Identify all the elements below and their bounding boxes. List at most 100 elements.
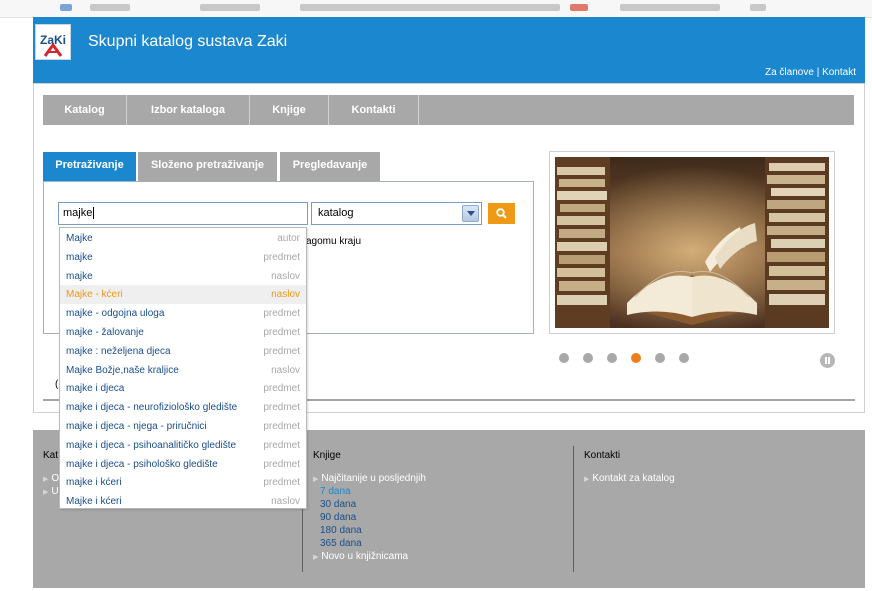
- contact-link[interactable]: Kontakt: [822, 67, 856, 78]
- suggestion-type: predmet: [263, 421, 300, 432]
- suggestion-label: majke i djeca - njega - priručnici: [66, 421, 207, 432]
- autocomplete-item[interactable]: majke i djeca - njega - priručnici predme…: [60, 417, 306, 436]
- suggestion-type: naslov: [271, 496, 300, 508]
- footer-new-in-libraries-link[interactable]: ▶ Novo u knjižnicama: [313, 551, 408, 562]
- suggestion-label: majke: [66, 251, 93, 263]
- suggestion-label: majke i djeca - neurofiziološko gledište: [66, 402, 238, 414]
- suggestion-label: majke i djeca - psihoanalitičko gledište: [66, 439, 237, 451]
- bullet-icon: ▶: [584, 476, 590, 483]
- footer-most-read: ▶ Najčitanije u posljednjih: [313, 473, 426, 484]
- toolbar-item: [90, 4, 130, 11]
- autocomplete-item[interactable]: majke - žalovanje predmet: [60, 323, 306, 342]
- tab-pretrazivanje[interactable]: Pretraživanje: [43, 152, 136, 181]
- autocomplete-item[interactable]: majke naslov: [60, 267, 306, 286]
- suggestion-label: Majke - kćeri: [66, 289, 123, 301]
- search-button[interactable]: [488, 203, 515, 224]
- suggestion-type: predmet: [263, 477, 300, 489]
- tab-slozeno-pretrazivanje[interactable]: Složeno pretraživanje: [138, 152, 277, 181]
- autocomplete-item[interactable]: majke : neželjena djeca predmet: [60, 342, 306, 361]
- autocomplete-item[interactable]: Majke Božje,naše kraljice naslov: [60, 361, 306, 380]
- autocomplete-item[interactable]: majke i kćeri predmet: [60, 473, 306, 492]
- footer-period-link[interactable]: 7 dana: [320, 486, 351, 497]
- partially-hidden-text: agomu kraju: [306, 236, 362, 247]
- footer-period-link[interactable]: 365 dana: [320, 538, 362, 549]
- suggestion-label: Majke i kćeri: [66, 496, 122, 508]
- slideshow-dot[interactable]: [583, 353, 593, 363]
- autocomplete-item[interactable]: majke predmet: [60, 248, 306, 267]
- search-input[interactable]: majke: [58, 202, 308, 225]
- slideshow-dot[interactable]: [559, 353, 569, 363]
- autocomplete-item[interactable]: majke - odgojna uloga predmet: [60, 304, 306, 323]
- suggestion-type: naslov: [271, 270, 300, 282]
- suggestion-label: majke - odgojna uloga: [66, 308, 165, 320]
- autocomplete-item[interactable]: majke i djeca - psihološko gledište predm…: [60, 455, 306, 474]
- footer-contact-link[interactable]: ▶ Kontakt za katalog: [584, 473, 675, 484]
- nav-item-kontakti[interactable]: Kontakti: [329, 95, 419, 125]
- link-separator: |: [816, 67, 820, 78]
- suggestion-label: Majke Božje,naše kraljice: [66, 364, 179, 376]
- suggestion-type: predmet: [263, 383, 300, 395]
- nav-item-katalog[interactable]: Katalog: [43, 95, 127, 125]
- nav-item-izbor-kataloga[interactable]: Izbor kataloga: [127, 95, 250, 125]
- suggestion-label: Majke: [66, 233, 93, 244]
- browser-toolbar-strip: [0, 0, 872, 18]
- slideshow-image-books: [555, 157, 829, 328]
- nav-item-knjige[interactable]: Knjige: [250, 95, 329, 125]
- toolbar-icon: [60, 4, 72, 11]
- footer-period-link[interactable]: 30 dana: [320, 499, 356, 510]
- slideshow-dot-active[interactable]: [631, 353, 641, 363]
- autocomplete-item[interactable]: majke i djeca - psihoanalitičko gledište…: [60, 436, 306, 455]
- footer-col1-title: Kat: [43, 450, 59, 461]
- text-cursor: [93, 207, 95, 220]
- footer-col2-title: Knjige: [313, 450, 341, 461]
- suggestion-type: predmet: [263, 458, 300, 470]
- zaki-logo[interactable]: ZaKi: [35, 24, 71, 60]
- chevron-down-icon[interactable]: [462, 205, 479, 222]
- toolbar-item: [300, 4, 560, 11]
- footer-period-link[interactable]: 180 dana: [320, 525, 362, 536]
- toolbar-icon: [570, 4, 588, 11]
- suggestion-type: predmet: [263, 439, 300, 451]
- partially-hidden-paren: (: [55, 379, 59, 390]
- slideshow-dot[interactable]: [655, 353, 665, 363]
- footer-separator: [573, 446, 574, 572]
- suggestion-type: predmet: [263, 251, 300, 263]
- catalog-scope-select[interactable]: katalog: [311, 202, 482, 225]
- footer-col1-link[interactable]: ▶ O: [43, 473, 59, 484]
- autocomplete-item[interactable]: majke i djeca predmet: [60, 379, 306, 398]
- suggestion-type: predmet: [263, 402, 300, 414]
- toolbar-item: [750, 4, 766, 11]
- bullet-icon: ▶: [43, 489, 49, 496]
- suggestion-label: majke i djeca: [66, 383, 125, 395]
- bullet-icon: ▶: [313, 554, 319, 561]
- suggestion-type: naslov: [271, 289, 300, 301]
- suggestion-label: majke i djeca - psihološko gledište: [66, 458, 218, 470]
- members-link[interactable]: Za članove: [765, 67, 814, 78]
- pause-icon[interactable]: [820, 353, 835, 368]
- autocomplete-item-highlighted[interactable]: Majke - kćeri naslov: [60, 285, 306, 305]
- main-nav: Katalog Izbor kataloga Knjige Kontakti: [43, 95, 854, 125]
- slideshow-dot[interactable]: [607, 353, 617, 363]
- suggestion-type: autor: [277, 233, 300, 244]
- autocomplete-item[interactable]: majke i djeca - neurofiziološko gledište…: [60, 398, 306, 417]
- footer-col1-link[interactable]: ▶ U: [43, 486, 59, 497]
- search-query-text: majke: [63, 207, 93, 219]
- suggestion-label: majke : neželjena djeca: [66, 345, 171, 357]
- footer-period-link[interactable]: 90 dana: [320, 512, 356, 523]
- suggestion-label: majke: [66, 270, 93, 282]
- suggestion-type: predmet: [263, 308, 300, 320]
- site-title: Skupni katalog sustava Zaki: [88, 33, 288, 50]
- header-links: Za članove | Kontakt: [765, 67, 856, 78]
- footer-col3-title: Kontakti: [584, 450, 621, 461]
- bullet-icon: ▶: [43, 476, 49, 483]
- autocomplete-item[interactable]: Majke i kćeri naslov: [60, 492, 306, 511]
- toolbar-item: [620, 4, 720, 11]
- catalog-scope-value: katalog: [318, 207, 354, 219]
- suggestion-type: naslov: [271, 364, 300, 376]
- suggestion-type: predmet: [263, 327, 300, 338]
- slideshow-dot[interactable]: [679, 353, 689, 363]
- suggestion-label: majke i kćeri: [66, 477, 122, 489]
- tab-pregledavanje[interactable]: Pregledavanje: [280, 152, 380, 181]
- autocomplete-item[interactable]: Majke autor: [60, 229, 306, 248]
- autocomplete-dropdown: Majke autor majke predmet majke naslov Majke -…: [59, 227, 307, 509]
